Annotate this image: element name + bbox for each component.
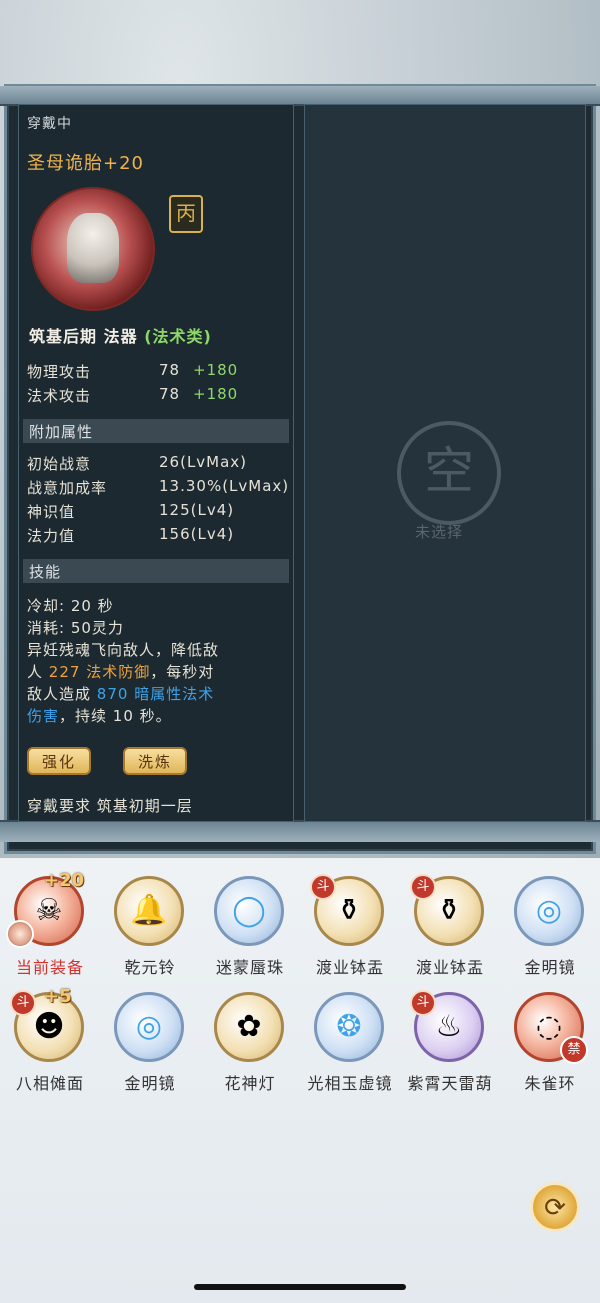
item-label: 渡业钵盂 xyxy=(315,958,384,977)
desc-text: ，持续 10 秒。 xyxy=(59,707,172,725)
figure-image xyxy=(67,213,119,283)
desc-keyword: 法术防御 xyxy=(80,663,151,681)
item-label: 迷蒙蜃珠 xyxy=(215,958,284,977)
stat-value: 78 xyxy=(159,385,181,403)
item-icon[interactable]: 🔔 xyxy=(114,876,184,946)
item-icon[interactable]: ◯ xyxy=(214,876,284,946)
home-indicator[interactable] xyxy=(194,1284,406,1290)
skill-desc-line: 伤害，持续 10 秒。 xyxy=(27,705,172,726)
inventory-item[interactable]: ◌ 禁朱雀环 xyxy=(500,992,600,1102)
inventory-sheet: ☠ +20 当前装备 🔔 乾元铃 ◯ 迷蒙蜃珠 ⚱ 斗渡业钵盂 ⚱ 斗渡业钵盂 ◎ 金明镜 ☻ 斗 +5 八相傩… xyxy=(0,858,600,1303)
inventory-item[interactable]: ❂ 光相玉虚镜 xyxy=(300,992,400,1102)
item-label: 渡业钵盂 xyxy=(415,958,484,977)
item-glyph: ◎ xyxy=(135,1009,163,1044)
stat-bonus: +180 xyxy=(193,385,239,403)
item-portrait xyxy=(31,187,155,311)
battle-tag-badge: 斗 xyxy=(310,874,336,900)
stat-bonus: +180 xyxy=(193,361,239,379)
skill-desc-line: 敌人造成 870 暗属性法术 xyxy=(27,683,214,704)
item-icon[interactable]: ✿ xyxy=(214,992,284,1062)
realm-text: 筑基后期 xyxy=(29,327,98,346)
desc-text: 敌人造成 xyxy=(27,685,97,703)
refine-button[interactable]: 洗炼 xyxy=(123,747,187,775)
inventory-item[interactable]: 🔔 乾元铃 xyxy=(100,876,200,986)
battle-tag-badge: 斗 xyxy=(410,874,436,900)
battle-tag-badge: 斗 xyxy=(10,990,36,1016)
category-text: (法术类) xyxy=(144,327,212,346)
battle-tag-badge: 斗 xyxy=(410,990,436,1016)
desc-number: 870 xyxy=(96,685,129,703)
grade-seal-icon: 丙 xyxy=(169,195,203,233)
skill-cooldown: 冷却: 20 秒 xyxy=(27,597,114,615)
skill-header: 技能 xyxy=(23,559,289,583)
stat-label: 神识值 xyxy=(27,503,76,521)
wearing-label: 穿戴中 xyxy=(27,116,72,132)
stat-label: 战意加成率 xyxy=(27,479,108,497)
panel-bottom-frame xyxy=(0,820,600,842)
item-label: 当前装备 xyxy=(15,958,84,977)
item-label: 紫霄天雷葫 xyxy=(407,1074,493,1093)
inventory-item[interactable]: ☠ +20 当前装备 xyxy=(0,870,100,986)
stat-label: 法术攻击 xyxy=(27,387,92,405)
item-icon[interactable]: ◎ xyxy=(514,876,584,946)
inventory-item[interactable]: ☻ 斗 +5 八相傩面 xyxy=(0,986,100,1102)
desc-text: 人 xyxy=(27,663,49,681)
inventory-item[interactable]: ◎ 金明镜 xyxy=(100,992,200,1102)
item-label: 乾元铃 xyxy=(124,958,176,977)
item-label: 朱雀环 xyxy=(524,1074,576,1093)
item-label: 花神灯 xyxy=(224,1074,276,1093)
section-title: 技能 xyxy=(29,563,62,581)
item-icon[interactable]: ◎ xyxy=(114,992,184,1062)
item-label: 金明镜 xyxy=(124,1074,176,1093)
empty-slot-label: 未选择 xyxy=(415,523,464,541)
inventory-item[interactable]: ♨ 斗紫霄天雷葫 xyxy=(400,990,500,1102)
item-glyph: 🔔 xyxy=(130,893,168,928)
stat-label: 初始战意 xyxy=(27,455,92,473)
desc-keyword: 暗属性法术 xyxy=(128,685,215,703)
type-text: 法器 xyxy=(103,327,138,346)
item-icon[interactable]: ❂ xyxy=(314,992,384,1062)
item-realm-type: 筑基后期 法器 (法术类) xyxy=(29,323,212,347)
section-title: 附加属性 xyxy=(29,423,94,441)
forbidden-badge: 禁 xyxy=(560,1036,588,1064)
inventory-item[interactable]: ⚱ 斗渡业钵盂 xyxy=(400,874,500,986)
inventory-item[interactable]: ◯ 迷蒙蜃珠 xyxy=(200,876,300,986)
inventory-item[interactable]: ◎ 金明镜 xyxy=(500,876,600,986)
desc-keyword: 伤害 xyxy=(27,707,60,725)
inventory-item[interactable]: ✿ 花神灯 xyxy=(200,992,300,1102)
item-glyph: ❂ xyxy=(336,1009,362,1044)
skill-desc-line: 人 227 法术防御，每秒对 xyxy=(27,661,214,682)
inventory-item[interactable]: ⚱ 斗渡业钵盂 xyxy=(300,874,400,986)
empty-slot-icon: 空 xyxy=(397,421,501,525)
desc-number: 227 xyxy=(48,663,81,681)
enhance-level-badge: +20 xyxy=(44,870,85,891)
stat-value: 125(Lv4) xyxy=(159,501,235,519)
stat-value: 26(LvMax) xyxy=(159,453,248,471)
item-glyph: ◎ xyxy=(535,893,563,928)
item-label: 金明镜 xyxy=(524,958,576,977)
skill-desc-line: 异妊残魂飞向敌人，降低敌 xyxy=(27,641,220,659)
enhance-button[interactable]: 强化 xyxy=(27,747,91,775)
item-glyph: ✿ xyxy=(236,1009,262,1044)
item-name: 圣母诡胎+20 xyxy=(27,153,144,174)
compare-slot-card: 空 未选择 xyxy=(304,104,586,822)
extra-attributes-header: 附加属性 xyxy=(23,419,289,443)
stat-label: 法力值 xyxy=(27,527,76,545)
skill-cost: 消耗: 50灵力 xyxy=(27,619,124,637)
panel-top-frame xyxy=(0,86,600,106)
wear-requirement: 穿戴要求 筑基初期一层 xyxy=(27,797,193,815)
avatar xyxy=(6,920,34,948)
enhance-level-badge: +5 xyxy=(44,986,72,1007)
swap-icon[interactable]: ⟳ xyxy=(530,1182,580,1232)
item-label: 八相傩面 xyxy=(15,1074,84,1093)
stat-value: 78 xyxy=(159,361,181,379)
item-glyph: ◯ xyxy=(232,893,266,928)
current-item-card: 穿戴中 圣母诡胎+20 丙 筑基后期 法器 (法术类) 物理攻击 78 +180… xyxy=(18,104,294,822)
stat-value: 156(Lv4) xyxy=(159,525,235,543)
item-label: 光相玉虚镜 xyxy=(307,1074,393,1093)
stat-label: 物理攻击 xyxy=(27,363,92,381)
desc-text: ，每秒对 xyxy=(150,663,215,681)
stat-value: 13.30%(LvMax) xyxy=(159,477,290,495)
